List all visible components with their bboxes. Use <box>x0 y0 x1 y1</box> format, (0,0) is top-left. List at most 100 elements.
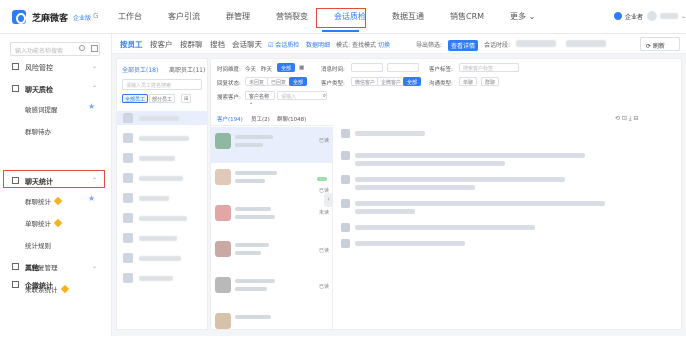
sidebar-item-label: 单聊统计 <box>25 220 51 228</box>
avatar <box>341 175 350 184</box>
brand-edition: 企业版 <box>73 15 92 22</box>
chat-group-button[interactable]: 群聊 <box>481 77 500 86</box>
time-yesterday[interactable]: 昨天 <box>261 65 272 73</box>
nav-group-management[interactable]: 群管理 <box>226 0 250 34</box>
list-item[interactable] <box>117 211 207 225</box>
chat-single-button[interactable]: 单聊 <box>459 77 478 86</box>
list-item[interactable]: 已读 <box>211 235 333 271</box>
link-data-detail[interactable]: 数据明细 <box>306 40 330 49</box>
sidebar-item-single-stats[interactable]: 单聊统计 <box>25 218 63 228</box>
list-item[interactable] <box>117 251 207 265</box>
tab-staff[interactable]: 员工(2) <box>251 115 270 123</box>
tab-session-chat[interactable]: 会话聊天 <box>232 39 262 50</box>
collapse-handle[interactable]: ‹ <box>324 193 333 207</box>
date-end-blurred[interactable] <box>566 40 606 47</box>
all-employees-chip[interactable]: 全部员工 <box>122 94 149 103</box>
some-employees-chip[interactable]: 部分员工 <box>149 94 176 103</box>
type-wechat-button[interactable]: 微信客户 <box>351 77 380 86</box>
time-all-button[interactable]: 全部 <box>277 63 296 72</box>
list-item[interactable] <box>117 271 207 285</box>
premium-icon <box>53 218 63 228</box>
sidebar-item-group-stats[interactable]: 群聊统计 <box>25 196 63 206</box>
avatar[interactable] <box>647 11 657 21</box>
cust-tag-label: 客户标签: <box>429 67 453 73</box>
sidebar-group-chat-inspection[interactable]: 聊天质检 ⌃ <box>0 82 112 96</box>
reply-all-button[interactable]: 全部 <box>289 77 308 86</box>
star-icon[interactable]: ★ <box>88 102 95 111</box>
reply-yes-button[interactable]: 已回复 <box>267 77 291 86</box>
chat-name-blurred <box>235 279 275 283</box>
type-wecom-button[interactable]: 企微客户 <box>377 77 406 86</box>
nav-more[interactable]: 更多 ⌄ <box>510 0 535 34</box>
tab-search-archive[interactable]: 搜档 <box>210 39 225 50</box>
list-item[interactable] <box>117 171 207 185</box>
sidebar-item-sensitive-words[interactable]: 敏感词提醒 <box>25 104 58 114</box>
link-session-inspection[interactable]: ☑ 会话质检 <box>268 40 299 49</box>
sidebar-item-label: 群聊统计 <box>25 198 51 206</box>
avatar <box>215 133 231 149</box>
refresh-button[interactable]: ⟳ 刷新 <box>640 37 680 51</box>
view-detail-button[interactable]: 查看详情 <box>448 40 479 51</box>
avatar <box>123 273 133 283</box>
date-start-blurred[interactable] <box>516 40 556 47</box>
nav-marketing[interactable]: 营销裂变 <box>276 0 308 34</box>
list-item[interactable]: 未读 <box>211 199 333 235</box>
panel-toolbar-icons[interactable]: ⟲ ⊡ ⤓ ⊟ <box>615 115 638 123</box>
sidebar-search-input[interactable]: 输入功能名称搜索 <box>10 42 100 56</box>
calendar-icon[interactable]: ▦ <box>299 65 304 71</box>
sidebar-group-wecom-stats[interactable]: 企微统计 <box>0 278 112 292</box>
sidebar-group-label: 企微统计 <box>25 282 53 290</box>
search-icon[interactable] <box>79 45 85 51</box>
search-icon[interactable]: ⌕ <box>323 93 326 100</box>
main-content: 按员工 按客户 按群聊 搜档 会话聊天 ☑ 会话质检 数据明细 模式: 查找模式… <box>112 34 686 336</box>
sidebar-group-chat-stats[interactable]: 聊天统计 ⌃ <box>0 174 112 188</box>
list-item[interactable] <box>117 131 207 145</box>
sidebar-group-risk[interactable]: 风险管控 ⌄ <box>0 60 112 74</box>
avatar <box>123 113 133 123</box>
tab-by-group[interactable]: 按群聊 <box>180 39 203 50</box>
time-filter-label: 时间维度: <box>217 67 241 73</box>
menu-toggle-icon[interactable] <box>91 45 98 52</box>
list-item[interactable]: 已读 <box>211 163 333 199</box>
tab-all-employees[interactable]: 全部员工(18) <box>122 65 158 74</box>
tab-by-customer[interactable]: 按客户 <box>150 39 173 50</box>
chat-list: 已读 已读 未读 已读 已读 <box>211 127 333 331</box>
tab-groups[interactable]: 群聊(1048) <box>277 115 306 123</box>
brand-logo-icon[interactable] <box>12 10 26 24</box>
tab-customers[interactable]: 客户(194) <box>217 115 243 123</box>
nav-customer-acquisition[interactable]: 客户引流 <box>168 0 200 34</box>
list-item[interactable] <box>117 231 207 245</box>
chat-panel: 时间维度: 今天 昨天 全部 ▦ 消息时间: 客户标签: 搜索客户标签 回复状态… <box>210 58 682 331</box>
nav-sales-crm[interactable]: 销售CRM <box>450 0 484 34</box>
nav-data-sync[interactable]: 数据互通 <box>392 0 424 34</box>
chat-status: 已读 <box>318 284 329 290</box>
list-item[interactable]: 已读 <box>211 127 333 163</box>
list-item[interactable] <box>117 111 207 125</box>
sidebar-item-stat-rules[interactable]: 统计规则 <box>25 240 51 250</box>
list-item[interactable]: 已读 <box>211 271 333 307</box>
sidebar-group-other[interactable]: 其他 ⌄ <box>0 260 112 274</box>
cust-tag-input[interactable]: 搜索客户标签 <box>459 63 519 72</box>
list-item[interactable] <box>117 151 207 165</box>
avatar <box>341 151 350 160</box>
cust-name-select[interactable]: 客户名称 ⌄ <box>245 91 275 106</box>
tab-by-employee[interactable]: 按员工 <box>120 39 143 50</box>
tab-resigned-employees[interactable]: 离职员工(11) <box>169 65 205 74</box>
employee-search-input[interactable]: 请输入员工姓名搜索 <box>122 79 202 90</box>
star-icon[interactable]: ★ <box>88 194 95 203</box>
time-today[interactable]: 今天 <box>245 65 256 73</box>
mode-switch-link[interactable]: 切换 <box>378 40 390 49</box>
msg-time-start-input[interactable] <box>351 63 383 72</box>
reply-not-button[interactable]: 未回复 <box>245 77 269 86</box>
list-item[interactable] <box>117 191 207 205</box>
filter-icon[interactable]: ⊞ <box>181 94 192 103</box>
chat-name-blurred <box>235 207 271 211</box>
sidebar-item-group-todo[interactable]: 群聊待办 <box>25 126 51 136</box>
nav-workbench[interactable]: 工作台 <box>118 0 142 34</box>
user-menu[interactable]: 企业者 ⌄ <box>614 11 686 21</box>
list-item[interactable] <box>211 307 333 343</box>
search-cust-label: 搜索客户: <box>217 95 241 101</box>
type-all-button[interactable]: 全部 <box>403 77 422 86</box>
msg-time-end-input[interactable] <box>387 63 419 72</box>
cust-name-input[interactable]: 请输入 <box>277 91 327 100</box>
